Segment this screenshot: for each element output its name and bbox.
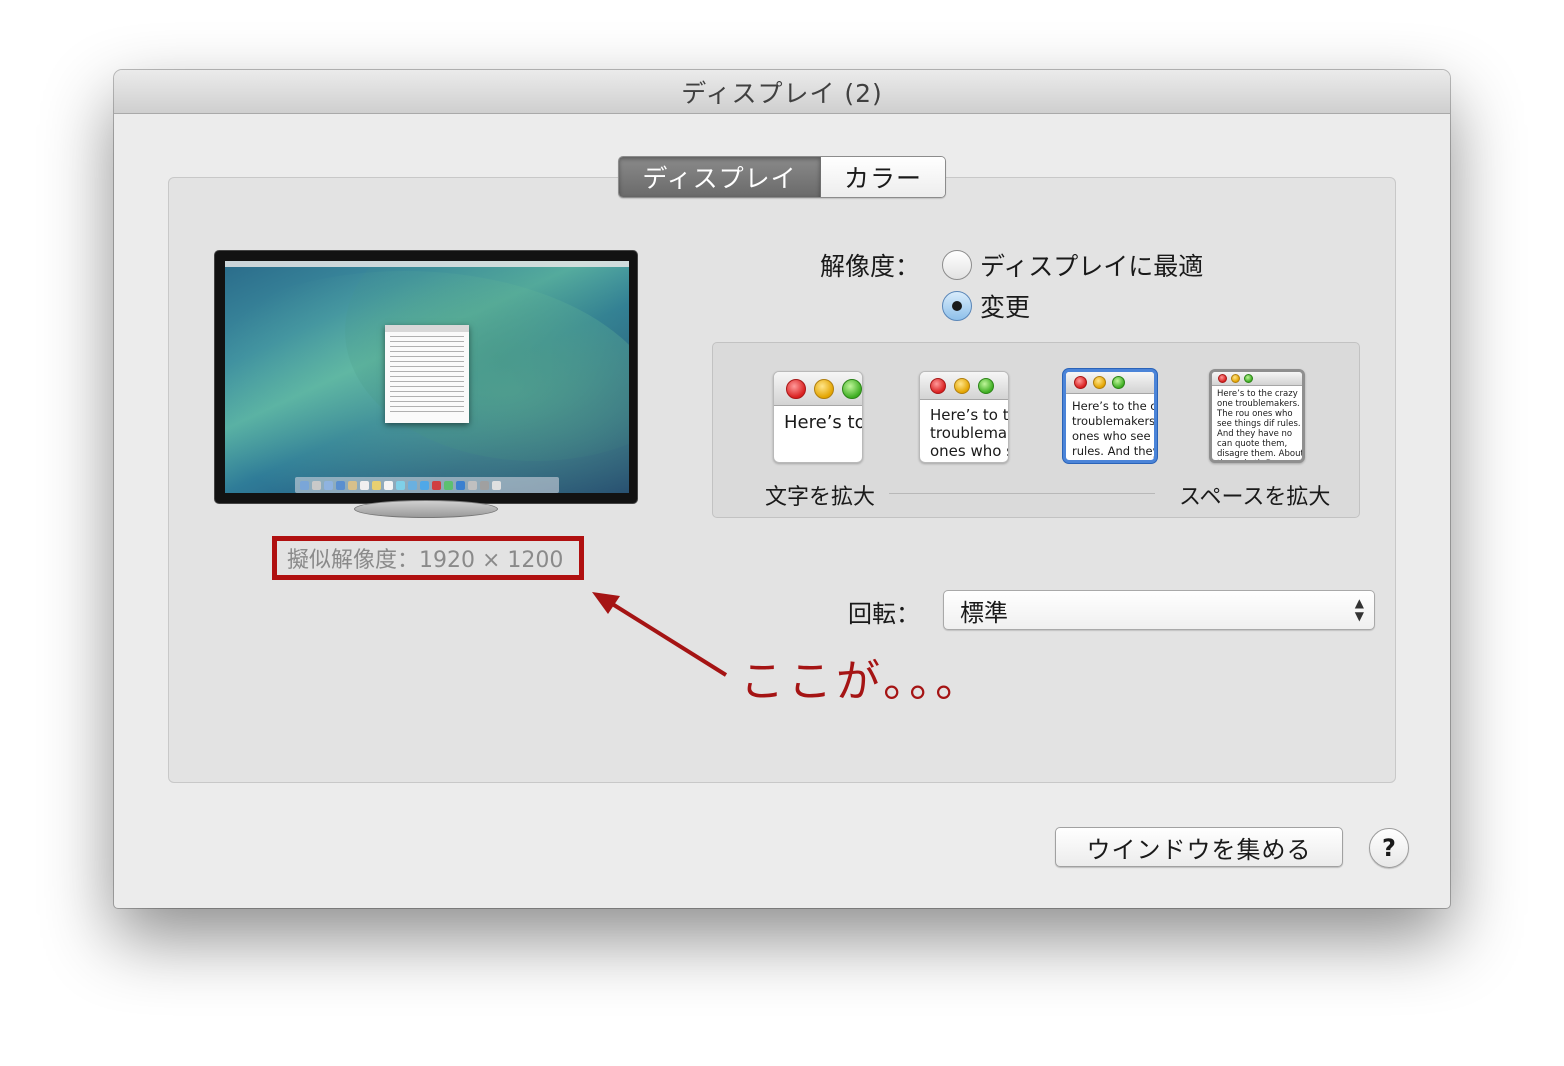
document-window-preview xyxy=(385,325,469,423)
scale-preview-text: Here’s to the cr troublemakers. ones who… xyxy=(1072,399,1157,458)
scale-preview-text: Here’s to th troublemak ones who s xyxy=(930,406,1009,456)
scale-divider xyxy=(889,493,1155,494)
scaling-options-panel: Here’s to troublem Here’s to th troublem… xyxy=(712,342,1360,518)
annotation-arrow-icon xyxy=(592,592,728,677)
scale-preview-text: Here’s to troublem xyxy=(784,412,862,433)
monitor-screen xyxy=(225,261,629,493)
display-preferences-window: ディスプレイ (2) ディスプレイ カラー 擬似解像度：1920 × 1200 … xyxy=(114,70,1450,908)
select-arrows-icon: ▲ ▼ xyxy=(1354,596,1364,623)
radio-label-scaled: 変更 xyxy=(980,293,1031,322)
scale-preview-text: Here’s to the crazy one troublemakers. T… xyxy=(1217,389,1304,460)
rotation-value: 標準 xyxy=(960,598,1008,627)
radio-label-best: ディスプレイに最適 xyxy=(980,252,1204,281)
resolution-label: 解像度： xyxy=(820,252,921,281)
rotation-select[interactable]: 標準 ▲ ▼ xyxy=(943,590,1375,630)
dock-preview xyxy=(295,477,559,493)
monitor-stand xyxy=(354,500,498,518)
window-title: ディスプレイ (2) xyxy=(114,70,1450,114)
tab-bar: ディスプレイ カラー xyxy=(618,156,946,198)
pseudo-resolution-label: 擬似解像度：1920 × 1200 xyxy=(272,536,584,580)
scale-option-larger-text[interactable]: Here’s to troublem xyxy=(773,371,863,463)
scale-caption-larger-text: 文字を拡大 xyxy=(765,485,876,510)
gather-windows-button[interactable]: ウインドウを集める xyxy=(1055,827,1343,867)
tab-display[interactable]: ディスプレイ xyxy=(619,157,821,197)
scale-caption-more-space: スペースを拡大 xyxy=(1179,485,1331,510)
radio-button-selected[interactable] xyxy=(942,291,972,321)
radio-best-for-display[interactable]: ディスプレイに最適 xyxy=(942,247,1203,283)
tab-color[interactable]: カラー xyxy=(821,157,945,197)
rotation-label: 回転： xyxy=(848,600,920,628)
radio-scaled[interactable]: 変更 xyxy=(942,288,1030,324)
scale-option-3-selected[interactable]: Here’s to the cr troublemakers. ones who… xyxy=(1063,369,1157,463)
scale-option-2[interactable]: Here’s to th troublemak ones who s xyxy=(919,371,1009,463)
annotation-text: ここが。。。 xyxy=(740,656,984,707)
monitor-image xyxy=(214,250,638,504)
help-button[interactable]: ? xyxy=(1369,828,1409,868)
scale-option-more-space[interactable]: Here’s to the crazy one troublemakers. T… xyxy=(1209,369,1305,463)
radio-button[interactable] xyxy=(942,250,972,280)
